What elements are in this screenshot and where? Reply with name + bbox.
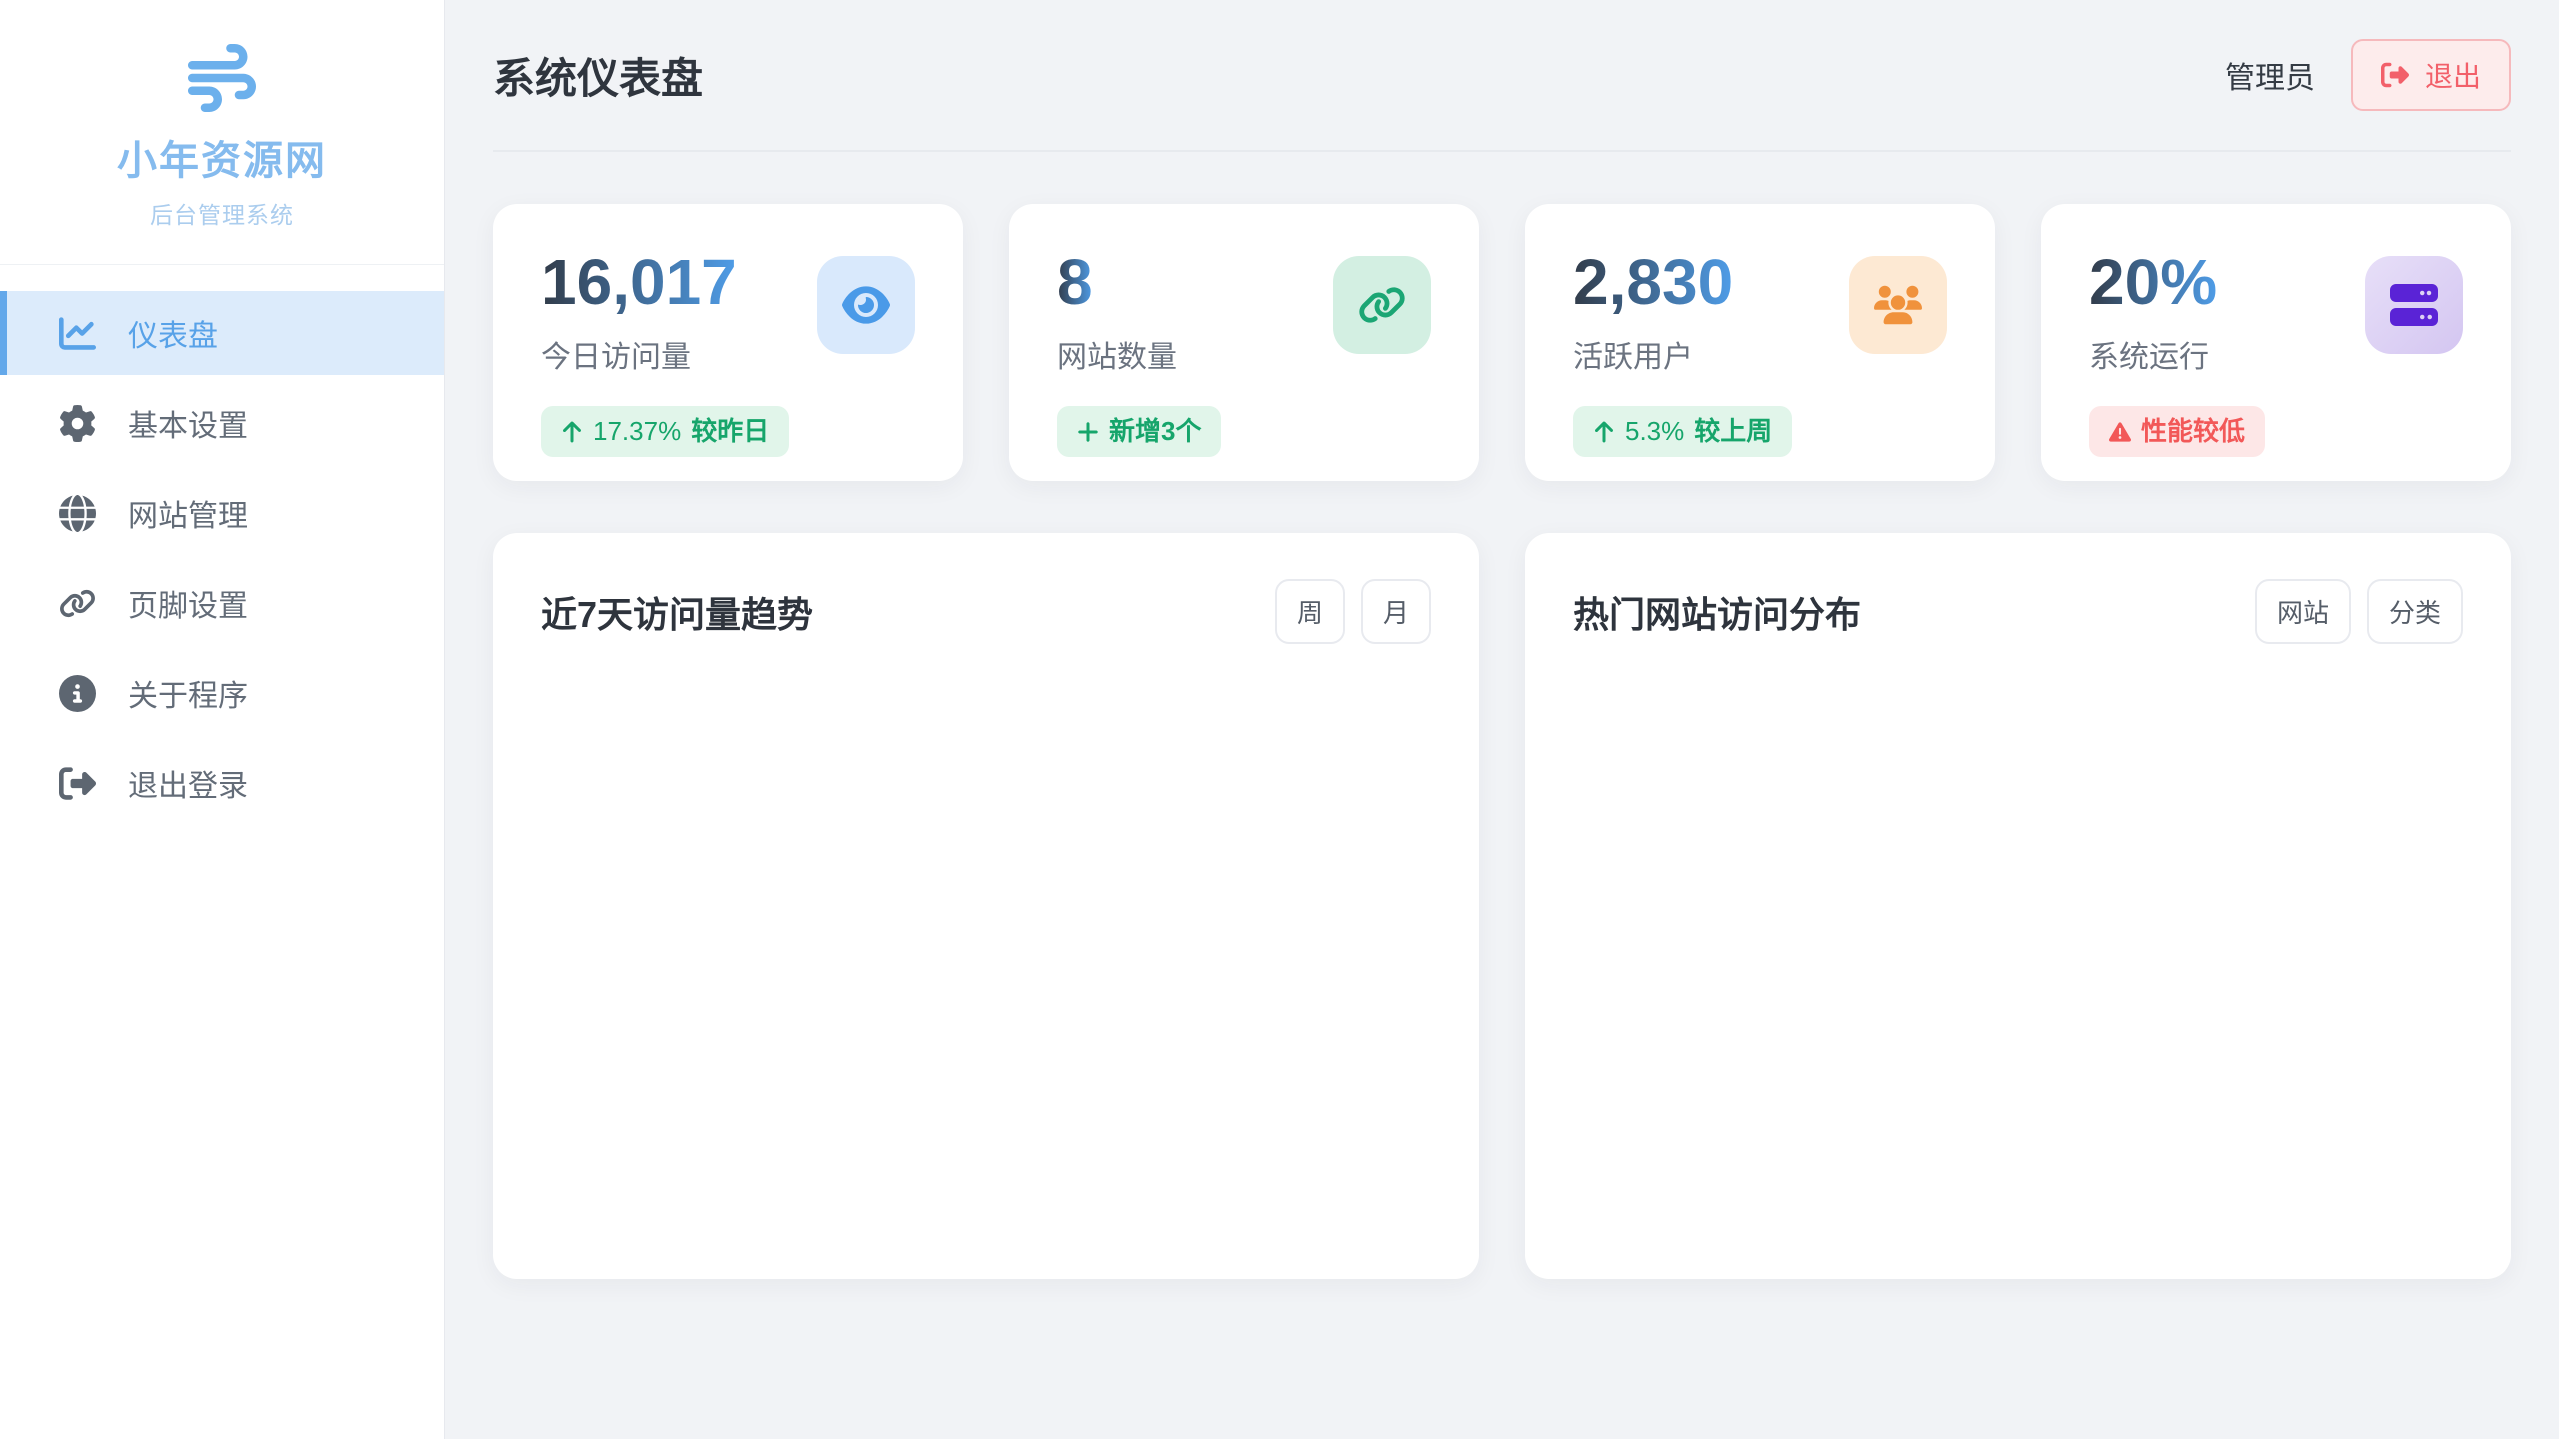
trend-suffix: 较上周 <box>1694 416 1772 447</box>
sidebar-item-site-management[interactable]: 网站管理 <box>0 471 444 555</box>
warning-icon <box>2109 420 2131 444</box>
stat-value: 2,830 <box>1573 250 1733 314</box>
server-icon <box>2390 281 2438 329</box>
chart-line-icon <box>59 315 96 352</box>
toggle-sites-button[interactable]: 网站 <box>2255 579 2351 644</box>
trend-suffix: 较昨日 <box>691 416 769 447</box>
link-icon <box>59 585 96 622</box>
username: 管理员 <box>2225 53 2315 97</box>
chart-card-hot-sites: 热门网站访问分布 网站 分类 <box>1525 533 2511 1279</box>
stat-value: 20% <box>2089 250 2217 314</box>
chart-cards-row: 近7天访问量趋势 周 月 热门网站访问分布 网站 分类 <box>493 533 2511 1279</box>
sidebar-item-dashboard[interactable]: 仪表盘 <box>0 291 444 375</box>
stat-value: 8 <box>1057 250 1093 314</box>
stat-cards-row: 16,017 今日访问量 17.37% 较昨日 8 网站数量 新增3个 <box>493 204 2511 481</box>
wind-logo-icon <box>182 44 262 112</box>
page-title: 系统仪表盘 <box>493 45 703 106</box>
trend-badge: 5.3% 较上周 <box>1573 406 1792 457</box>
chart-title: 近7天访问量趋势 <box>541 586 813 638</box>
stat-value: 16,017 <box>541 250 737 314</box>
chart-title: 热门网站访问分布 <box>1573 586 1861 638</box>
toggle-category-button[interactable]: 分类 <box>2367 579 2463 644</box>
plus-icon <box>1077 420 1099 444</box>
toggle-month-button[interactable]: 月 <box>1361 579 1431 644</box>
sidebar-item-logout[interactable]: 退出登录 <box>0 741 444 825</box>
stat-icon-tile <box>1849 256 1947 354</box>
site-subtitle: 后台管理系统 <box>0 196 444 230</box>
trend-suffix: 新增3个 <box>1109 416 1201 447</box>
warning-suffix: 性能较低 <box>2141 416 2245 447</box>
sidebar-nav: 仪表盘 基本设置 网站管理 页脚设置 关于程序 退出登录 <box>0 265 444 825</box>
logout-button[interactable]: 退出 <box>2351 39 2511 111</box>
stat-card-site-count: 8 网站数量 新增3个 <box>1009 204 1479 481</box>
arrow-up-icon <box>561 420 583 444</box>
gear-icon <box>59 405 96 442</box>
sidebar-item-footer-settings[interactable]: 页脚设置 <box>0 561 444 645</box>
trend-value: 17.37% <box>593 416 681 447</box>
sidebar-item-label: 仪表盘 <box>128 311 218 355</box>
trend-badge: 17.37% 较昨日 <box>541 406 789 457</box>
chart-toggle-group: 周 月 <box>1275 579 1431 644</box>
sign-out-icon <box>59 765 96 802</box>
sidebar: 小年资源网 后台管理系统 仪表盘 基本设置 网站管理 页脚设置 关于程序 退出登… <box>0 0 445 1439</box>
sidebar-item-basic-settings[interactable]: 基本设置 <box>0 381 444 465</box>
link-icon <box>1358 281 1406 329</box>
sidebar-item-about[interactable]: 关于程序 <box>0 651 444 735</box>
globe-icon <box>59 495 96 532</box>
trend-value: 5.3% <box>1625 416 1684 447</box>
chart-header: 热门网站访问分布 网站 分类 <box>1573 579 2463 644</box>
info-circle-icon <box>59 675 96 712</box>
topbar: 系统仪表盘 管理员 退出 <box>493 0 2511 152</box>
toggle-week-button[interactable]: 周 <box>1275 579 1345 644</box>
trend-chart-canvas-area <box>541 644 1431 1244</box>
stat-card-visits-today: 16,017 今日访问量 17.37% 较昨日 <box>493 204 963 481</box>
main-content: 系统仪表盘 管理员 退出 16,017 今日访问量 17.37% 较昨日 8 网 <box>445 0 2559 1439</box>
sidebar-item-label: 网站管理 <box>128 491 248 535</box>
stat-card-active-users: 2,830 活跃用户 5.3% 较上周 <box>1525 204 1995 481</box>
chart-toggle-group: 网站 分类 <box>2255 579 2463 644</box>
user-area: 管理员 退出 <box>2225 39 2511 111</box>
chart-header: 近7天访问量趋势 周 月 <box>541 579 1431 644</box>
users-icon <box>1874 281 1922 329</box>
chart-card-visits-trend: 近7天访问量趋势 周 月 <box>493 533 1479 1279</box>
sign-out-icon <box>2381 61 2409 89</box>
logo: 小年资源网 后台管理系统 <box>0 0 444 265</box>
eye-icon <box>842 281 890 329</box>
sidebar-item-label: 页脚设置 <box>128 581 248 625</box>
distribution-chart-canvas-area <box>1573 644 2463 1244</box>
stat-icon-tile <box>817 256 915 354</box>
site-title: 小年资源网 <box>0 128 444 186</box>
stat-card-system-load: 20% 系统运行 性能较低 <box>2041 204 2511 481</box>
stat-icon-tile <box>1333 256 1431 354</box>
sidebar-item-label: 关于程序 <box>128 671 248 715</box>
warning-badge: 性能较低 <box>2089 406 2265 457</box>
sidebar-item-label: 退出登录 <box>128 761 248 805</box>
stat-icon-tile <box>2365 256 2463 354</box>
logout-label: 退出 <box>2425 55 2481 95</box>
arrow-up-icon <box>1593 420 1615 444</box>
trend-badge: 新增3个 <box>1057 406 1221 457</box>
sidebar-item-label: 基本设置 <box>128 401 248 445</box>
